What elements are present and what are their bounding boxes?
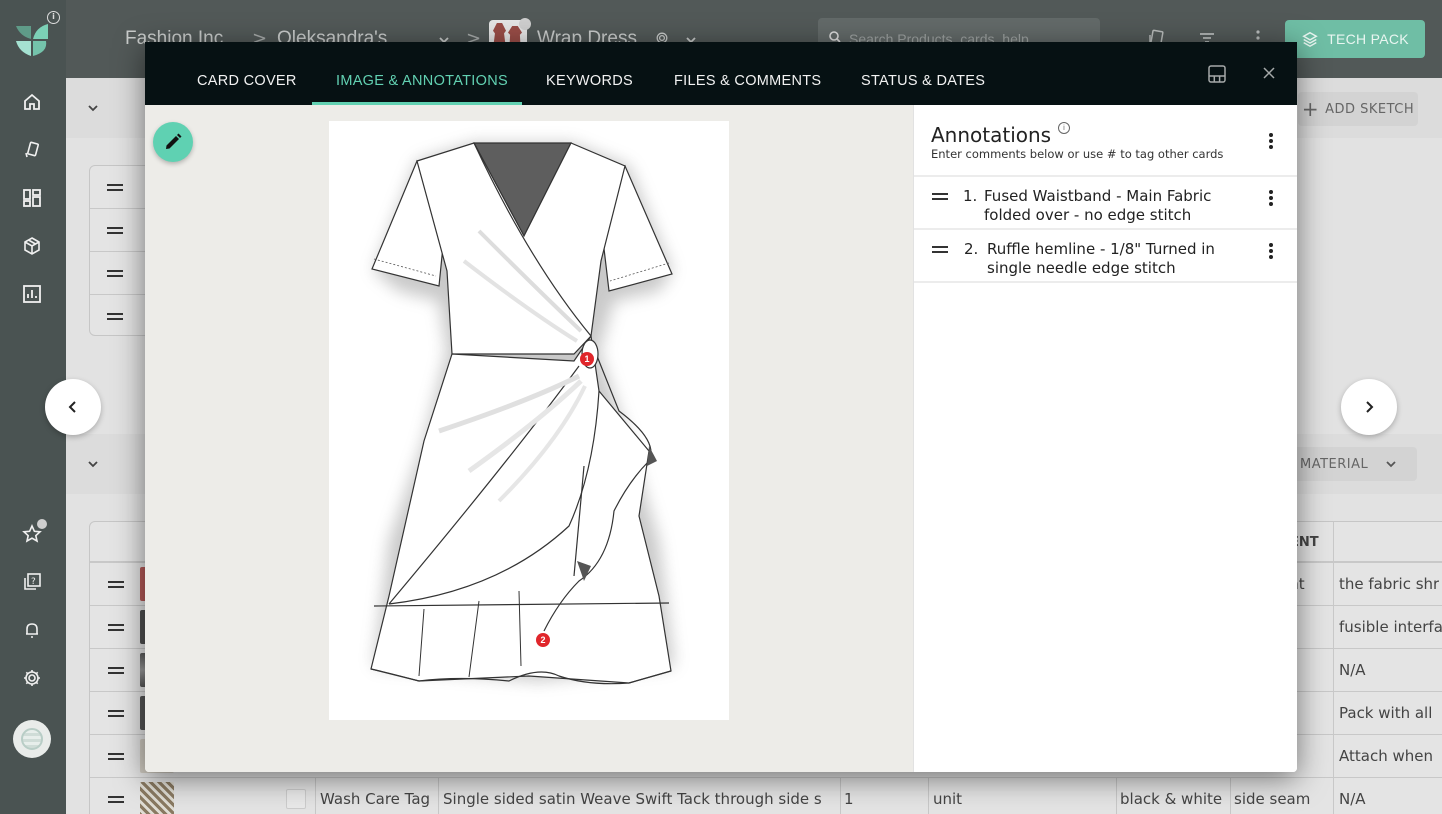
add-sketch-label: ADD SKETCH — [1325, 101, 1415, 117]
info-icon[interactable]: i — [1058, 122, 1070, 134]
annotation-number: 1. — [963, 187, 978, 205]
chevron-left-icon — [68, 401, 76, 413]
table-cell-name: Wash Care Tag — [320, 790, 431, 808]
annotation-line: single needle edge stitch — [987, 259, 1176, 277]
annotation-pin[interactable]: 1 — [580, 352, 594, 366]
more-vertical-icon[interactable] — [1269, 243, 1273, 259]
more-vertical-icon[interactable] — [1269, 190, 1273, 206]
drag-handle-icon[interactable] — [108, 624, 124, 631]
table-cell-description: Single sided satin Weave Swift Tack thro… — [443, 790, 822, 808]
dashboard-icon[interactable] — [21, 187, 43, 209]
drag-handle-icon[interactable] — [108, 667, 124, 674]
table-cell: Pack with all — [1339, 704, 1433, 722]
tech-pack-button[interactable]: TECH PACK — [1285, 20, 1425, 58]
add-sketch-button[interactable]: + ADD SKETCH — [1298, 92, 1418, 126]
sketch-image[interactable]: 1 2 — [329, 121, 729, 720]
annotation-line: Fused Waistband - Main Fabric — [984, 187, 1212, 205]
drag-handle-icon[interactable] — [932, 193, 948, 200]
drag-handle-icon[interactable] — [108, 753, 124, 760]
user-avatar[interactable] — [13, 720, 51, 758]
tab-card-cover[interactable]: CARD COVER — [197, 42, 297, 105]
tab-keywords[interactable]: KEYWORDS — [546, 42, 633, 105]
layers-icon — [1302, 31, 1318, 48]
drag-handle-icon[interactable] — [107, 270, 123, 277]
drag-handle-icon[interactable] — [107, 184, 123, 191]
app-logo[interactable] — [14, 22, 50, 58]
table-cell-placement: side seam — [1234, 790, 1311, 808]
box-icon[interactable] — [21, 235, 43, 257]
notification-dot — [37, 519, 47, 529]
table-cell-qty: 1 — [844, 790, 854, 808]
material-label: MATERIAL — [1300, 456, 1369, 472]
annotations-title: Annotations — [931, 123, 1052, 147]
drag-handle-icon[interactable] — [108, 581, 124, 588]
more-vertical-icon[interactable] — [1269, 133, 1273, 149]
drag-handle-icon[interactable] — [932, 246, 948, 253]
annotation-text[interactable]: Ruffle hemline - 1/8" Turned in single n… — [987, 240, 1215, 278]
annotation-pin[interactable]: 2 — [536, 633, 550, 647]
chevron-down-icon[interactable] — [86, 457, 100, 471]
cards-icon[interactable] — [21, 139, 43, 161]
annotations-pane: Annotations i Enter comments below or us… — [913, 105, 1297, 772]
table-cell: Attach when — [1339, 747, 1433, 765]
drag-handle-icon[interactable] — [107, 227, 123, 234]
dress-sketch — [370, 142, 674, 685]
card-modal: CARD COVER IMAGE & ANNOTATIONS KEYWORDS … — [145, 42, 1297, 772]
table-row[interactable]: Wash Care Tag Single sided satin Weave S… — [90, 778, 1442, 814]
modal-header: CARD COVER IMAGE & ANNOTATIONS KEYWORDS … — [145, 42, 1297, 105]
row-checkbox[interactable] — [286, 789, 306, 809]
image-pane: 1 2 — [145, 105, 913, 772]
material-thumbnail — [140, 782, 174, 814]
next-card-button[interactable] — [1341, 379, 1397, 435]
tab-image-annotations[interactable]: IMAGE & ANNOTATIONS — [336, 42, 508, 105]
pencil-icon — [166, 133, 182, 149]
gear-icon[interactable] — [21, 667, 43, 689]
chevron-down-icon[interactable] — [86, 101, 100, 115]
table-cell: N/A — [1339, 790, 1366, 808]
annotation-item[interactable]: 2. Ruffle hemline - 1/8" Turned in singl… — [914, 230, 1297, 281]
status-dot — [519, 18, 531, 30]
table-cell: the fabric shr — [1339, 575, 1440, 593]
tab-files-comments[interactable]: FILES & COMMENTS — [674, 42, 821, 105]
chevron-right-icon — [1366, 401, 1374, 413]
info-icon[interactable]: i — [47, 11, 60, 24]
annotations-subtitle: Enter comments below or use # to tag oth… — [931, 147, 1224, 161]
home-icon[interactable] — [21, 91, 43, 113]
table-cell-color: black & white — [1120, 790, 1223, 808]
annotation-text[interactable]: Fused Waistband - Main Fabric folded ove… — [984, 187, 1211, 225]
bell-icon[interactable] — [21, 619, 43, 641]
annotation-line: Ruffle hemline - 1/8" Turned in — [987, 240, 1215, 258]
close-icon[interactable] — [1262, 66, 1276, 80]
svg-text:?: ? — [31, 577, 36, 587]
drag-handle-icon[interactable] — [108, 710, 124, 717]
edit-image-button[interactable] — [153, 122, 193, 162]
layout-toggle-icon[interactable] — [1207, 64, 1227, 84]
tech-pack-label: TECH PACK — [1327, 31, 1409, 47]
previous-card-button[interactable] — [45, 379, 101, 435]
annotation-item[interactable]: 1. Fused Waistband - Main Fabric folded … — [914, 177, 1297, 228]
annotation-number: 2. — [964, 240, 979, 258]
chart-icon[interactable] — [21, 283, 43, 305]
material-dropdown[interactable]: MATERIAL — [1292, 447, 1417, 481]
annotation-line: folded over - no edge stitch — [984, 206, 1192, 224]
table-cell-unit: unit — [933, 790, 963, 808]
table-cell: fusible interfa — [1339, 618, 1442, 636]
plus-icon: + — [1301, 97, 1320, 121]
chevron-down-icon — [1386, 461, 1396, 468]
drag-handle-icon[interactable] — [108, 796, 124, 803]
divider — [914, 281, 1297, 283]
table-cell: N/A — [1339, 661, 1366, 679]
help-icon[interactable]: ? — [21, 571, 43, 593]
tab-status-dates[interactable]: STATUS & DATES — [861, 42, 985, 105]
drag-handle-icon[interactable] — [107, 313, 123, 320]
